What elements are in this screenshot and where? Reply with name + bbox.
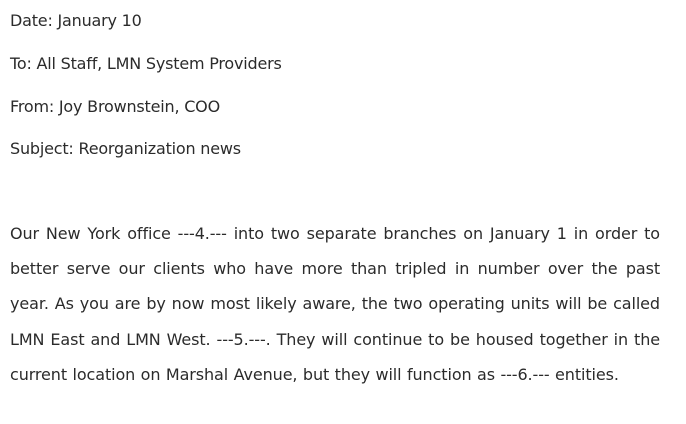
memo-sender: From: Joy Brownstein, COO: [10, 97, 220, 116]
memo-document: Date: January 10 To: All Staff, LMN Syst…: [0, 0, 686, 424]
memo-date: Date: January 10: [10, 11, 142, 30]
memo-recipients: To: All Staff, LMN System Providers: [10, 54, 282, 73]
memo-subject: Subject: Reorganization news: [10, 139, 241, 158]
memo-body-paragraph: Our New York office ---4.--- into two se…: [10, 224, 660, 384]
